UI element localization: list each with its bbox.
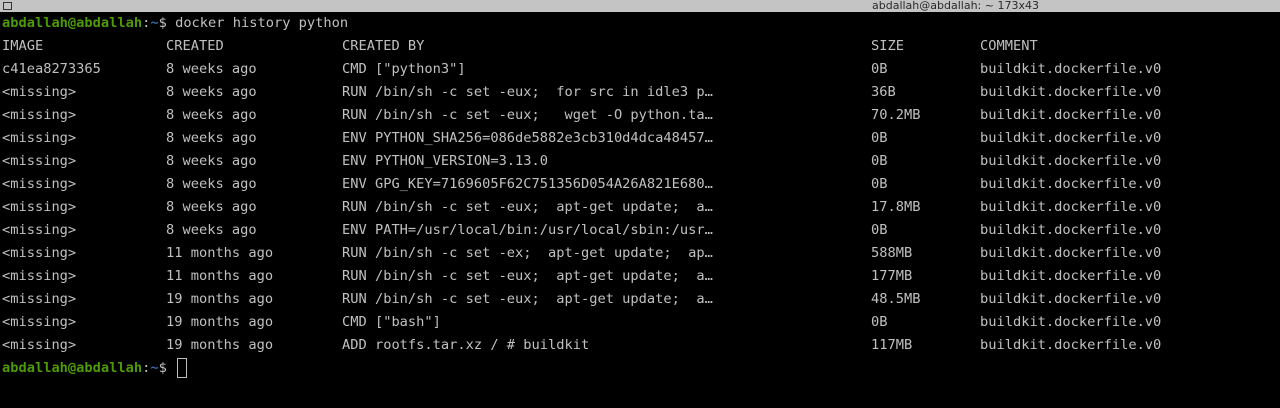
cell-created: 19 months ago [166, 314, 274, 330]
cell-created: 8 weeks ago [166, 153, 257, 169]
cell-created: 19 months ago [166, 291, 274, 307]
cell-size: 0B [871, 314, 888, 330]
cell-created-by: ENV PATH=/usr/local/bin:/usr/local/sbin:… [342, 222, 713, 238]
active-prompt-line[interactable]: abdallah@abdallah:~$ [0, 357, 1280, 380]
column-header-created: CREATED [166, 38, 224, 54]
table-row: c41ea8273365 8 weeks ago CMD ["python3"] 0B… [0, 58, 1280, 81]
cell-comment: buildkit.dockerfile.v0 [980, 291, 1162, 307]
cell-comment: buildkit.dockerfile.v0 [980, 222, 1162, 238]
cell-size: 36B [871, 84, 896, 100]
cell-size: 0B [871, 61, 888, 77]
table-row: <missing> 8 weeks ago RUN /bin/sh -c set -… [0, 196, 1280, 219]
prompt-path: ~ [150, 15, 159, 31]
cell-created-by: ENV GPG_KEY=7169605F62C751356D054A26A821… [342, 176, 713, 192]
table-row: <missing> 11 months ago RUN /bin/sh -c set… [0, 242, 1280, 265]
table-row: <missing> 19 months ago ADD rootfs.tar.xz … [0, 334, 1280, 357]
cell-size: 117MB [871, 337, 913, 353]
cell-created-by: ADD rootfs.tar.xz / # buildkit [342, 337, 590, 353]
column-header-size: SIZE [871, 38, 904, 54]
terminal-menu-icon[interactable] [3, 2, 12, 10]
cell-created: 19 months ago [166, 337, 274, 353]
terminal-output[interactable]: abdallah@abdallah:~$ docker history pyth… [0, 12, 1280, 380]
column-header-created-by: CREATED BY [342, 38, 425, 54]
cell-created: 8 weeks ago [166, 199, 257, 215]
cell-created: 8 weeks ago [166, 107, 257, 123]
cell-comment: buildkit.dockerfile.v0 [980, 107, 1162, 123]
cell-comment: buildkit.dockerfile.v0 [980, 199, 1162, 215]
cell-image: <missing> [2, 84, 77, 100]
cell-image: c41ea8273365 [2, 61, 101, 77]
cell-size: 0B [871, 130, 888, 146]
cell-created: 8 weeks ago [166, 61, 257, 77]
prompt-user-host: abdallah@abdallah [2, 15, 143, 31]
cell-created-by: ENV PYTHON_SHA256=086de5882e3cb310d4dca4… [342, 130, 713, 146]
column-header-image: IMAGE [2, 38, 44, 54]
cell-created-by: RUN /bin/sh -c set -eux; apt-get update;… [342, 291, 713, 307]
cell-created-by: RUN /bin/sh -c set -eux; apt-get update;… [342, 199, 713, 215]
table-row: <missing> 8 weeks ago ENV GPG_KEY=7169605F… [0, 173, 1280, 196]
cell-size: 17.8MB [871, 199, 921, 215]
cell-created-by: CMD ["python3"] [342, 61, 466, 77]
cell-comment: buildkit.dockerfile.v0 [980, 314, 1162, 330]
cell-size: 0B [871, 153, 888, 169]
column-header-comment: COMMENT [980, 38, 1038, 54]
cell-size: 588MB [871, 245, 913, 261]
prompt-symbol: $ [158, 15, 176, 31]
cell-size: 0B [871, 222, 888, 238]
cell-comment: buildkit.dockerfile.v0 [980, 268, 1162, 284]
table-row: <missing> 8 weeks ago ENV PATH=/usr/local/… [0, 219, 1280, 242]
cell-image: <missing> [2, 176, 77, 192]
cell-created-by: RUN /bin/sh -c set -ex; apt-get update; … [342, 245, 713, 261]
cell-comment: buildkit.dockerfile.v0 [980, 245, 1162, 261]
cell-image: <missing> [2, 107, 77, 123]
cell-comment: buildkit.dockerfile.v0 [980, 61, 1162, 77]
cell-created-by: RUN /bin/sh -c set -eux; wget -O python.… [342, 107, 713, 123]
cell-size: 48.5MB [871, 291, 921, 307]
table-header: IMAGE CREATED CREATED BY SIZE COMMENT [0, 35, 1280, 58]
command-line: abdallah@abdallah:~$ docker history pyth… [0, 12, 1280, 35]
window-title: abdallah@abdallah: ~ 173x43 [872, 0, 1039, 12]
cell-created: 8 weeks ago [166, 130, 257, 146]
cell-created-by: RUN /bin/sh -c set -eux; apt-get update;… [342, 268, 713, 284]
cell-image: <missing> [2, 130, 77, 146]
cell-created: 8 weeks ago [166, 222, 257, 238]
cell-comment: buildkit.dockerfile.v0 [980, 153, 1162, 169]
prompt-user-host: abdallah@abdallah [2, 360, 143, 376]
text-cursor [177, 358, 188, 378]
cell-created-by: ENV PYTHON_VERSION=3.13.0 [342, 153, 549, 169]
cell-created: 11 months ago [166, 268, 274, 284]
cell-size: 70.2MB [871, 107, 921, 123]
table-row: <missing> 11 months ago RUN /bin/sh -c set… [0, 265, 1280, 288]
cell-created: 8 weeks ago [166, 176, 257, 192]
title-bar: abdallah@abdallah: ~ 173x43 [0, 0, 1280, 12]
prompt-symbol: $ [158, 360, 176, 376]
cell-created: 8 weeks ago [166, 84, 257, 100]
cell-image: <missing> [2, 199, 77, 215]
cell-comment: buildkit.dockerfile.v0 [980, 176, 1162, 192]
cell-created-by: CMD ["bash"] [342, 314, 441, 330]
table-row: <missing> 19 months ago CMD ["bash"] 0B buil… [0, 311, 1280, 334]
cell-created: 11 months ago [166, 245, 274, 261]
cell-comment: buildkit.dockerfile.v0 [980, 130, 1162, 146]
cell-image: <missing> [2, 337, 77, 353]
table-row: <missing> 8 weeks ago RUN /bin/sh -c set -… [0, 104, 1280, 127]
cell-image: <missing> [2, 153, 77, 169]
table-row: <missing> 19 months ago RUN /bin/sh -c set… [0, 288, 1280, 311]
table-row: <missing> 8 weeks ago ENV PYTHON_VERSION=3… [0, 150, 1280, 173]
table-row: <missing> 8 weeks ago RUN /bin/sh -c set -… [0, 81, 1280, 104]
prompt-path: ~ [150, 360, 159, 376]
cell-image: <missing> [2, 268, 77, 284]
cell-comment: buildkit.dockerfile.v0 [980, 84, 1162, 100]
command-text: docker history python [175, 15, 349, 31]
cell-image: <missing> [2, 314, 77, 330]
cell-size: 177MB [871, 268, 913, 284]
cell-image: <missing> [2, 245, 77, 261]
cell-comment: buildkit.dockerfile.v0 [980, 337, 1162, 353]
cell-created-by: RUN /bin/sh -c set -eux; for src in idle… [342, 84, 713, 100]
cell-image: <missing> [2, 222, 77, 238]
table-row: <missing> 8 weeks ago ENV PYTHON_SHA256=08… [0, 127, 1280, 150]
cell-image: <missing> [2, 291, 77, 307]
cell-size: 0B [871, 176, 888, 192]
